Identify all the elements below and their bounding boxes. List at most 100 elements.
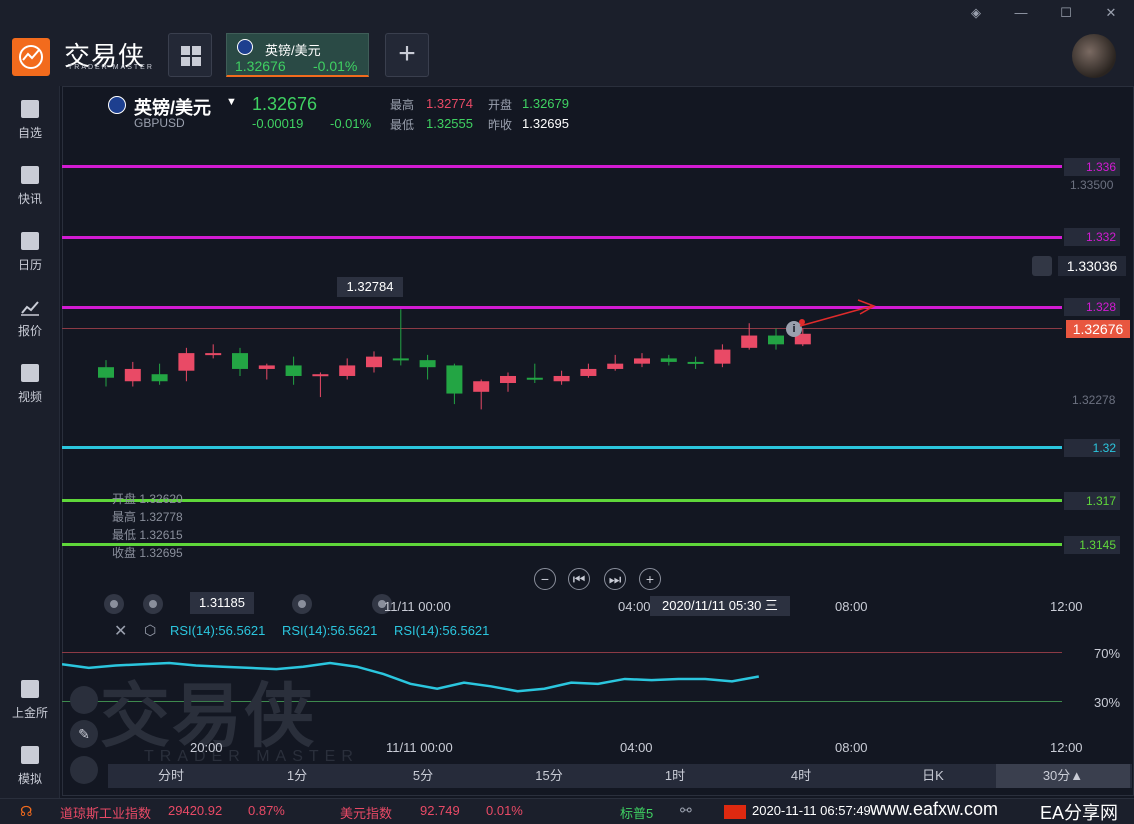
sidebar-item-news[interactable]: 快讯 — [0, 156, 60, 216]
link-icon[interactable]: ⚯ — [680, 802, 692, 819]
candle[interactable] — [178, 347, 195, 382]
candle[interactable] — [446, 363, 463, 405]
candle[interactable] — [392, 309, 409, 366]
zoom-out-button[interactable]: − — [534, 568, 556, 590]
ticker-bar: ☊ 道琼斯工业指数 29420.92 0.87% 美元指数 92.749 0.0… — [0, 798, 1134, 824]
tf-1h[interactable]: 1时 — [612, 764, 738, 788]
time-tick: 12:00 — [1050, 599, 1083, 614]
candle[interactable] — [205, 344, 222, 359]
tf-tick[interactable]: 分时 — [108, 764, 234, 788]
uk-flag-icon — [108, 96, 126, 114]
high-label: 最高 — [390, 98, 415, 112]
candle-body — [98, 367, 114, 378]
skip-start-button[interactable]: ⏮ — [568, 568, 590, 590]
time-tick: 11/11 00:00 — [386, 740, 453, 755]
candle[interactable] — [339, 358, 356, 380]
skip-end-button[interactable]: ⏭ — [604, 568, 626, 590]
candle-body — [151, 374, 168, 382]
minimize-icon[interactable]: — — [1010, 4, 1032, 22]
uk-flag-icon — [237, 39, 253, 55]
candle-body — [285, 365, 302, 376]
candle[interactable] — [526, 363, 543, 384]
candle[interactable] — [607, 354, 624, 371]
candle[interactable] — [232, 347, 248, 376]
candle[interactable] — [741, 323, 758, 350]
candle-body — [500, 375, 516, 384]
candles-tool-icon[interactable] — [70, 686, 98, 714]
tf-4h[interactable]: 4时 — [738, 764, 864, 788]
tf-15m[interactable]: 15分 — [486, 764, 612, 788]
trend-arrow[interactable] — [796, 296, 880, 332]
candle[interactable] — [687, 356, 704, 369]
candle[interactable] — [634, 353, 650, 368]
tf-30m-dropdown[interactable]: 30分▲ — [996, 764, 1130, 788]
ticker-name[interactable]: 美元指数 — [340, 803, 392, 822]
candle[interactable] — [768, 328, 784, 350]
axis-tick: 1.33500 — [1070, 178, 1114, 192]
ticker-change: 0.87% — [248, 803, 285, 818]
sidebar-item-quotes[interactable]: 报价 — [0, 288, 60, 348]
indicator-tool-icon[interactable] — [70, 756, 98, 784]
candle[interactable] — [580, 363, 597, 378]
symbol-code: GBPUSD — [134, 116, 185, 130]
tf-daily[interactable]: 日K — [870, 764, 996, 788]
tab-gbpusd[interactable]: 英镑/美元 1.32676 -0.01% — [226, 33, 369, 77]
sidebar-item-label: 日历 — [17, 258, 42, 272]
zoom-in-button[interactable]: + — [639, 568, 661, 590]
candle-body — [124, 368, 141, 382]
time-tick: 08:00 — [835, 599, 868, 614]
candle[interactable] — [312, 372, 329, 398]
chevron-down-icon[interactable]: ▼ — [226, 96, 237, 108]
candle[interactable] — [419, 354, 436, 380]
tool-dot-button[interactable] — [104, 594, 124, 614]
pencil-icon[interactable]: ✎ — [70, 720, 98, 748]
candle-body — [446, 365, 463, 394]
ohlc-low: 最低 1.32615 — [112, 528, 183, 542]
tf-1m[interactable]: 1分 — [234, 764, 360, 788]
close-icon[interactable]: ✕ — [1100, 4, 1122, 22]
candle[interactable] — [714, 344, 731, 368]
tool-dot-button[interactable] — [143, 594, 163, 614]
sidebar-item-demo[interactable]: 模拟 — [0, 736, 60, 796]
settings-icon[interactable]: ⬡ — [144, 622, 156, 639]
candle[interactable] — [258, 363, 275, 380]
candle[interactable] — [151, 363, 168, 385]
headset-icon[interactable]: ☊ — [20, 803, 32, 820]
current-price-tag: 1.32676 — [1066, 320, 1130, 338]
candle-body — [714, 349, 731, 364]
sidebar-item-calendar[interactable]: 日历 — [0, 222, 60, 282]
candle[interactable] — [660, 354, 677, 366]
sidebar-item-sge[interactable]: 上金所 — [0, 670, 60, 730]
candle-body — [473, 381, 490, 392]
rsi-level-30: 30% — [1094, 695, 1121, 710]
candle[interactable] — [553, 370, 570, 385]
ticker-name[interactable]: 道琼斯工业指数 — [60, 803, 151, 822]
add-tab-button[interactable]: + — [385, 33, 429, 77]
tool-dot-button[interactable] — [292, 594, 312, 614]
candle-body — [660, 358, 677, 362]
candle[interactable] — [98, 360, 114, 387]
ticker-name[interactable]: 标普5 — [620, 803, 653, 822]
candle[interactable] — [366, 351, 382, 373]
low-label: 最低 — [390, 118, 415, 132]
layers-icon[interactable]: ◈ — [965, 4, 987, 22]
avatar[interactable] — [1072, 34, 1116, 78]
sidebar-item-watchlist[interactable]: 自选 — [0, 90, 60, 150]
price-line-label: 1.332 — [1064, 228, 1120, 246]
candle[interactable] — [500, 372, 516, 392]
maximize-icon[interactable]: ☐ — [1055, 4, 1077, 22]
candle-body — [687, 361, 704, 364]
candlestick-plot[interactable] — [62, 140, 1062, 580]
tf-5m[interactable]: 5分 — [360, 764, 486, 788]
candle-body — [553, 375, 570, 382]
rsi-plot — [62, 661, 760, 693]
candle[interactable] — [124, 361, 141, 387]
sidebar-item-video[interactable]: 视频 — [0, 354, 60, 414]
layout-grid-button[interactable] — [168, 33, 212, 77]
tab-price: 1.32676 — [235, 58, 286, 74]
candle[interactable] — [285, 356, 302, 385]
grid-icon — [181, 46, 201, 66]
sidebar: 自选 快讯 日历 报价 视频 上金所 模拟 — [0, 86, 60, 798]
candle[interactable] — [473, 379, 490, 410]
close-indicator-icon[interactable]: ✕ — [114, 621, 127, 641]
